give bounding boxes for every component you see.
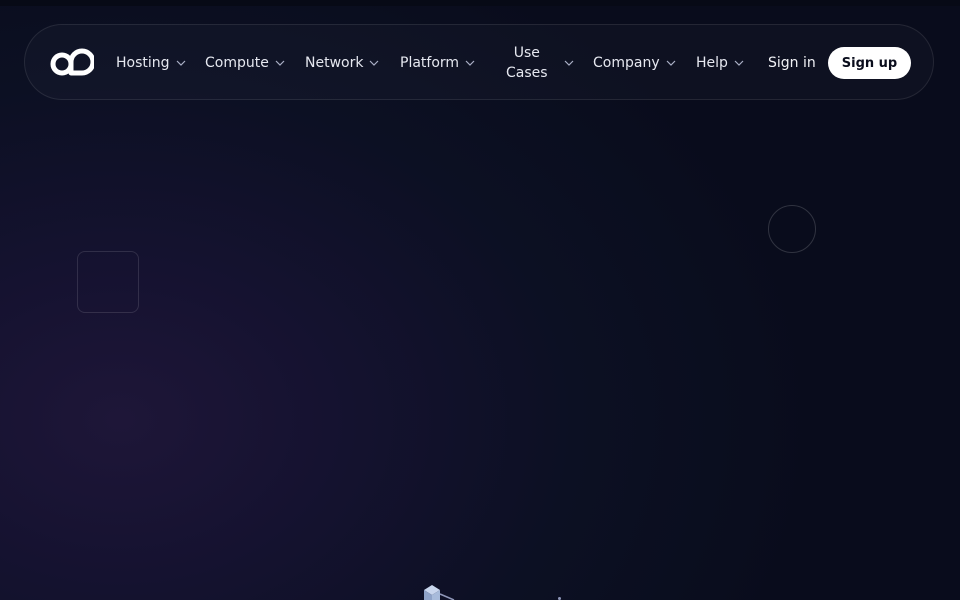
nav-item-company[interactable]: Company (593, 52, 676, 74)
nav-item-hosting[interactable]: Hosting (116, 52, 186, 74)
chevron-down-icon (666, 60, 676, 66)
nav-item-label: Use Cases (506, 43, 548, 83)
chevron-down-icon (275, 60, 285, 66)
nav-item-label: Platform (400, 55, 460, 71)
nav-item-label: Hosting (116, 55, 170, 71)
sign-in-link[interactable]: Sign in (768, 52, 816, 74)
decorative-cube-graphic (424, 585, 455, 600)
nav-item-label-line2: Cases (506, 65, 548, 81)
nav-item-label: Network (305, 55, 364, 71)
nav-item-label: Company (593, 55, 660, 71)
top-strip (0, 0, 960, 6)
nav-item-label: Help (696, 55, 728, 71)
cloud-logo-icon[interactable] (48, 47, 96, 79)
chevron-down-icon (734, 60, 744, 66)
nav-item-platform[interactable]: Platform (400, 52, 475, 74)
nav-item-compute[interactable]: Compute (205, 52, 285, 74)
nav-item-label: Compute (205, 55, 269, 71)
chevron-down-icon (370, 60, 379, 66)
nav-item-network[interactable]: Network (305, 52, 379, 74)
chevron-down-icon (564, 60, 573, 66)
sign-up-button[interactable]: Sign up (828, 47, 911, 79)
decorative-square-outline (77, 251, 139, 313)
chevron-down-icon (176, 60, 185, 66)
nav-item-use-cases[interactable]: Use Cases (506, 42, 574, 84)
decorative-circle-outline (768, 205, 816, 253)
nav-item-label-line1: Use (513, 45, 540, 61)
nav-item-help[interactable]: Help (696, 52, 744, 74)
chevron-down-icon (465, 60, 475, 66)
